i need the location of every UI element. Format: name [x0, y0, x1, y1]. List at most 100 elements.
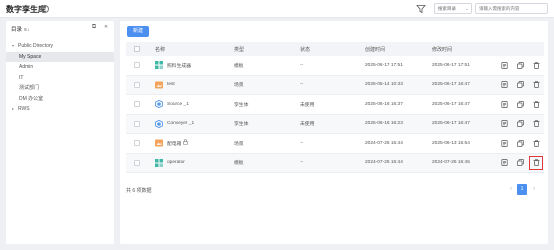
new-button[interactable]: 新建: [127, 26, 149, 37]
table-row[interactable]: test 场景 -- 2025-05-14 10:33 2025-06-17 16:47: [126, 75, 544, 95]
collapse-sidebar-icon[interactable]: «: [102, 24, 110, 31]
sidebar-item-label: IT: [19, 74, 24, 81]
row-name[interactable]: 照料生成器: [167, 62, 191, 69]
sidebar-item[interactable]: ▸ RWS: [6, 104, 114, 115]
row-type: 场景: [234, 141, 244, 147]
row-name[interactable]: Source _1: [167, 102, 189, 107]
row-name[interactable]: test: [167, 82, 175, 87]
row-checkbox[interactable]: [134, 81, 140, 88]
twin-icon: [155, 100, 163, 109]
sidebar-item-label: DM 办公室: [19, 95, 44, 102]
top-bar: 数字孪生库 ? 搜索目录 ⌄: [0, 0, 554, 18]
sidebar-item[interactable]: DM 办公室: [6, 94, 114, 105]
sidebar-item-label: My Space: [19, 53, 42, 60]
sidebar-item[interactable]: Admin: [6, 62, 114, 73]
sidebar-item-label: 测试部门: [19, 85, 40, 91]
row-modified: 2024-07-25 16:45: [432, 160, 470, 166]
edit-icon[interactable]: [500, 61, 508, 69]
column-type[interactable]: 类型: [234, 42, 244, 56]
template-icon: [155, 158, 163, 167]
row-type: 孪生体: [234, 102, 249, 108]
row-created: 2025-06-17 17:51: [365, 62, 403, 68]
sort-icon[interactable]: ≡↓: [24, 27, 29, 33]
edit-icon[interactable]: [500, 120, 508, 128]
row-status: 未使用: [300, 122, 315, 128]
row-status: 未使用: [300, 102, 315, 108]
copy-icon[interactable]: [516, 61, 524, 69]
row-modified: 2025-06-17 17:51: [432, 62, 470, 68]
column-name[interactable]: 名称: [155, 42, 165, 56]
main-panel: 新建 名称 类型 状态 创建时间 修改时间 照料生成器 模板 -- 2025-06-1…: [120, 21, 548, 244]
row-checkbox[interactable]: [134, 62, 140, 69]
row-status: --: [300, 160, 304, 166]
next-page-button[interactable]: ›: [529, 184, 539, 195]
row-created: 2025-06-16 16:37: [365, 101, 403, 107]
row-checkbox[interactable]: [134, 140, 140, 147]
delete-icon[interactable]: [532, 139, 540, 147]
caret-right-icon[interactable]: ▸: [12, 104, 14, 115]
row-name[interactable]: operator: [167, 160, 185, 165]
copy-icon[interactable]: [516, 100, 524, 108]
search-input[interactable]: [475, 3, 548, 14]
delete-icon[interactable]: [532, 100, 540, 108]
filter-icon[interactable]: [416, 4, 426, 14]
edit-icon[interactable]: [500, 139, 508, 147]
row-modified: 2025-06-17 16:47: [432, 121, 470, 127]
copy-icon[interactable]: [516, 139, 524, 147]
table-row[interactable]: 照料生成器 模板 -- 2025-06-17 17:51 2025-06-17 17:5…: [126, 56, 544, 76]
sidebar-item[interactable]: 测试部门: [6, 83, 114, 94]
copy-icon[interactable]: [516, 120, 524, 128]
column-created[interactable]: 创建时间: [365, 42, 385, 56]
scene-icon: [155, 139, 163, 147]
sidebar-item[interactable]: ▾ Public Directory: [6, 41, 114, 52]
row-status: --: [300, 140, 304, 146]
row-modified: 2025-06-13 15:54: [432, 140, 470, 146]
sidebar-item-label: Public Directory: [18, 43, 54, 49]
edit-icon[interactable]: [500, 100, 508, 108]
directory-heading-label: 目录: [11, 27, 23, 33]
row-created: 2025-05-14 10:33: [365, 82, 403, 88]
delete-icon[interactable]: [529, 155, 543, 170]
new-folder-icon[interactable]: ⧉: [90, 24, 98, 31]
directory-sidebar: 目录 ≡↓ ⧉ « ▾ Public Directory My Space Admin I…: [6, 21, 114, 244]
caret-down-icon[interactable]: ▾: [12, 41, 14, 52]
sidebar-item-label: RWS: [18, 106, 30, 112]
select-all-checkbox[interactable]: [134, 46, 140, 52]
asset-table: 名称 类型 状态 创建时间 修改时间 照料生成器 模板 -- 2025-06-17 1…: [126, 42, 544, 173]
delete-icon[interactable]: [532, 61, 540, 69]
row-status: --: [300, 62, 304, 68]
row-checkbox[interactable]: [134, 120, 140, 127]
column-modified[interactable]: 修改时间: [432, 42, 452, 56]
table-row[interactable]: Source _1 孪生体 未使用 2025-06-16 16:37 2025-06-1…: [126, 95, 544, 115]
scene-icon: [155, 81, 163, 89]
sidebar-item[interactable]: IT: [6, 73, 114, 84]
help-icon[interactable]: ?: [41, 4, 49, 13]
row-type: 孪生体: [234, 122, 249, 128]
table-row[interactable]: Conveyer _1 孪生体 未使用 2025-06-16 16:23 2025-06…: [126, 114, 544, 134]
page-title: 数字孪生库: [6, 5, 46, 14]
row-created: 2024-07-25 15:44: [365, 160, 403, 166]
row-checkbox[interactable]: [134, 159, 140, 166]
edit-icon[interactable]: [500, 81, 508, 89]
row-name[interactable]: Conveyer _1: [167, 121, 194, 126]
edit-icon[interactable]: [500, 159, 508, 167]
delete-icon[interactable]: [532, 81, 540, 89]
copy-icon[interactable]: [516, 159, 524, 167]
page-button[interactable]: 1: [517, 184, 527, 195]
table-row[interactable]: 配电箱 场景 -- 2024-07-25 15:44 2025-06-13 15:54: [126, 134, 544, 154]
row-name[interactable]: 配电箱: [167, 140, 181, 147]
twin-icon: [155, 119, 163, 128]
row-checkbox[interactable]: [134, 101, 140, 108]
delete-icon[interactable]: [532, 120, 540, 128]
table-row[interactable]: operator 模板 -- 2024-07-25 15:44 2024-07-25 1…: [126, 153, 544, 173]
directory-tree: ▾ Public Directory My Space Admin IT 测试部门 DM 办…: [6, 41, 114, 115]
row-modified: 2025-06-17 16:47: [432, 82, 470, 88]
copy-icon[interactable]: [516, 81, 524, 89]
search-scope-select[interactable]: 搜索目录 ⌄: [434, 3, 472, 14]
prev-page-button[interactable]: ‹: [506, 184, 516, 195]
sidebar-item-label: Admin: [19, 64, 34, 70]
sidebar-item[interactable]: My Space: [6, 51, 114, 62]
column-status[interactable]: 状态: [300, 42, 310, 56]
row-modified: 2025-06-17 16:47: [432, 101, 470, 107]
row-created: 2024-07-25 15:44: [365, 140, 403, 146]
